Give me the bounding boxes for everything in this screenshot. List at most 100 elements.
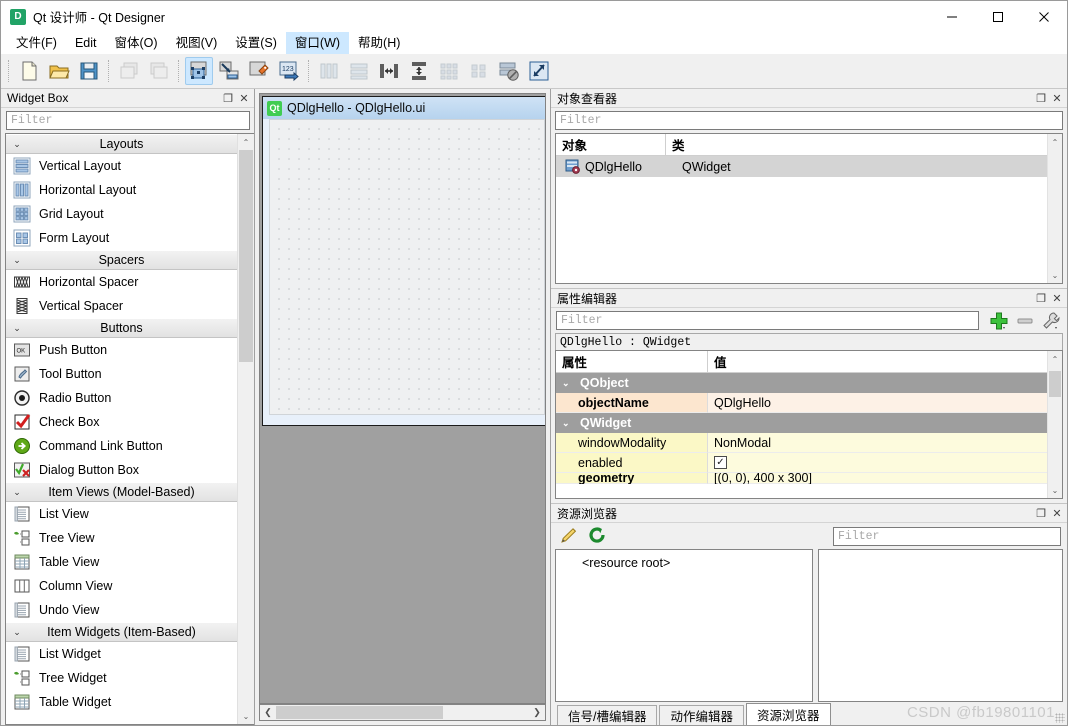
- widget-item-radio-button[interactable]: Radio Button: [6, 386, 237, 410]
- new-form-icon[interactable]: [15, 57, 43, 85]
- widget-item-dialog-button-box[interactable]: Dialog Button Box: [6, 458, 237, 482]
- widget-box-category-item-widgets[interactable]: ⌄ Item Widgets (Item-Based): [6, 622, 237, 642]
- layout-grid-icon[interactable]: [435, 57, 463, 85]
- widget-item-undo-view[interactable]: Undo View: [6, 598, 237, 622]
- menu-help[interactable]: 帮助(H): [349, 32, 409, 54]
- menu-view[interactable]: 视图(V): [167, 32, 227, 54]
- object-inspector-float-button[interactable]: ❐: [1033, 90, 1049, 106]
- property-value[interactable]: NonModal: [708, 433, 1047, 453]
- property-group-qobject[interactable]: ⌄QObject: [556, 373, 1047, 393]
- widget-item-vertical-spacer[interactable]: Vertical Spacer: [6, 294, 237, 318]
- scrollbar-thumb[interactable]: [239, 150, 253, 362]
- widget-item-command-link-button[interactable]: Command Link Button: [6, 434, 237, 458]
- column-header-class[interactable]: 类: [666, 134, 1047, 155]
- property-editor-float-button[interactable]: ❐: [1033, 290, 1049, 306]
- tab-action-editor[interactable]: 动作编辑器: [659, 705, 744, 725]
- widget-box-scrollbar[interactable]: ⌃ ⌄: [237, 134, 254, 724]
- layout-vertically-icon[interactable]: [345, 57, 373, 85]
- property-value[interactable]: [(0, 0), 400 x 300]: [708, 473, 1047, 484]
- resize-grip[interactable]: [1055, 713, 1065, 723]
- scroll-up-icon[interactable]: ⌃: [1048, 351, 1062, 367]
- break-layout-icon[interactable]: [495, 57, 523, 85]
- wrench-icon[interactable]: [1039, 310, 1063, 332]
- widget-item-list-widget[interactable]: List Widget: [6, 642, 237, 666]
- menu-window[interactable]: 窗口(W): [286, 32, 349, 54]
- property-value[interactable]: ✓: [708, 453, 1047, 473]
- widget-item-vertical-layout[interactable]: Vertical Layout: [6, 154, 237, 178]
- edit-tab-order-icon[interactable]: 123: [275, 57, 303, 85]
- widget-item-tree-view[interactable]: Tree View: [6, 526, 237, 550]
- widget-box-close-button[interactable]: ✕: [236, 90, 252, 106]
- column-header-object[interactable]: 对象: [556, 134, 666, 155]
- scroll-left-icon[interactable]: ❮: [260, 705, 276, 720]
- resource-preview[interactable]: [818, 549, 1063, 702]
- widget-item-horizontal-layout[interactable]: Horizontal Layout: [6, 178, 237, 202]
- widget-item-table-view[interactable]: Table View: [6, 550, 237, 574]
- property-row-geometry[interactable]: geometry [(0, 0), 400 x 300]: [556, 473, 1047, 484]
- widget-item-grid-layout[interactable]: Grid Layout: [6, 202, 237, 226]
- save-form-icon[interactable]: [75, 57, 103, 85]
- widget-box-float-button[interactable]: ❐: [220, 90, 236, 106]
- widget-box-filter-input[interactable]: Filter: [6, 111, 250, 130]
- form-window[interactable]: Qt QDlgHello - QDlgHello.ui: [262, 96, 546, 426]
- layout-horizontally-icon[interactable]: [315, 57, 343, 85]
- property-row-windowmodality[interactable]: windowModality NonModal: [556, 433, 1047, 453]
- layout-splitter-h-icon[interactable]: [375, 57, 403, 85]
- widget-box-category-layouts[interactable]: ⌄ Layouts: [6, 134, 237, 154]
- edit-buddies-icon[interactable]: [245, 57, 273, 85]
- table-row[interactable]: QDlgHello QWidget: [556, 156, 1047, 177]
- menu-settings[interactable]: 设置(S): [226, 32, 286, 54]
- edit-widgets-icon[interactable]: [185, 57, 213, 85]
- hscrollbar-thumb[interactable]: [276, 706, 443, 719]
- property-group-qwidget[interactable]: ⌄QWidget: [556, 413, 1047, 433]
- object-inspector-filter-input[interactable]: Filter: [555, 111, 1063, 130]
- widget-item-tree-widget[interactable]: Tree Widget: [6, 666, 237, 690]
- widget-item-check-box[interactable]: Check Box: [6, 410, 237, 434]
- resource-tree[interactable]: <resource root>: [555, 549, 813, 702]
- menu-edit[interactable]: Edit: [66, 32, 106, 54]
- adjust-size-icon[interactable]: [525, 57, 553, 85]
- scroll-down-icon[interactable]: ⌄: [238, 708, 254, 724]
- widget-box-category-item-views[interactable]: ⌄ Item Views (Model-Based): [6, 482, 237, 502]
- column-header-value[interactable]: 值: [708, 351, 1047, 372]
- redo-icon[interactable]: [145, 57, 173, 85]
- scrollbar-track[interactable]: [238, 150, 254, 708]
- close-button[interactable]: [1021, 1, 1067, 32]
- widget-item-push-button[interactable]: OK Push Button: [6, 338, 237, 362]
- scroll-down-icon[interactable]: ⌄: [1048, 267, 1062, 283]
- layout-form-icon[interactable]: [465, 57, 493, 85]
- scroll-down-icon[interactable]: ⌄: [1048, 482, 1062, 498]
- scrollbar-thumb[interactable]: [1049, 371, 1061, 397]
- layout-splitter-v-icon[interactable]: [405, 57, 433, 85]
- object-inspector-scrollbar[interactable]: ⌃ ⌄: [1047, 134, 1062, 283]
- scroll-up-icon[interactable]: ⌃: [1048, 134, 1062, 150]
- resource-browser-close-button[interactable]: ✕: [1049, 505, 1065, 521]
- property-editor-scrollbar[interactable]: ⌃ ⌄: [1047, 351, 1062, 498]
- property-editor-filter-input[interactable]: Filter: [556, 311, 979, 330]
- scrollbar-track[interactable]: [1048, 367, 1062, 482]
- menu-form[interactable]: 窗体(O): [106, 32, 167, 54]
- enabled-checkbox[interactable]: ✓: [714, 456, 727, 469]
- reload-icon[interactable]: [587, 525, 607, 548]
- resource-browser-float-button[interactable]: ❐: [1033, 505, 1049, 521]
- widget-item-table-widget[interactable]: Table Widget: [6, 690, 237, 714]
- minus-icon[interactable]: [1013, 310, 1037, 332]
- plus-icon[interactable]: [987, 310, 1011, 332]
- widget-item-list-view[interactable]: List View: [6, 502, 237, 526]
- object-inspector-close-button[interactable]: ✕: [1049, 90, 1065, 106]
- pencil-icon[interactable]: [559, 525, 579, 548]
- widget-box-category-buttons[interactable]: ⌄ Buttons: [6, 318, 237, 338]
- scroll-up-icon[interactable]: ⌃: [238, 134, 254, 150]
- form-editor-hscrollbar[interactable]: ❮ ❯: [259, 704, 546, 721]
- scrollbar-track[interactable]: [1048, 150, 1062, 267]
- undo-icon[interactable]: [115, 57, 143, 85]
- open-form-icon[interactable]: [45, 57, 73, 85]
- edit-signals-slots-icon[interactable]: [215, 57, 243, 85]
- property-editor-close-button[interactable]: ✕: [1049, 290, 1065, 306]
- property-row-enabled[interactable]: enabled ✓: [556, 453, 1047, 473]
- minimize-button[interactable]: [929, 1, 975, 32]
- property-value[interactable]: QDlgHello: [708, 393, 1047, 413]
- widget-item-tool-button[interactable]: Tool Button: [6, 362, 237, 386]
- column-header-property[interactable]: 属性: [556, 351, 708, 372]
- form-canvas[interactable]: [269, 119, 545, 415]
